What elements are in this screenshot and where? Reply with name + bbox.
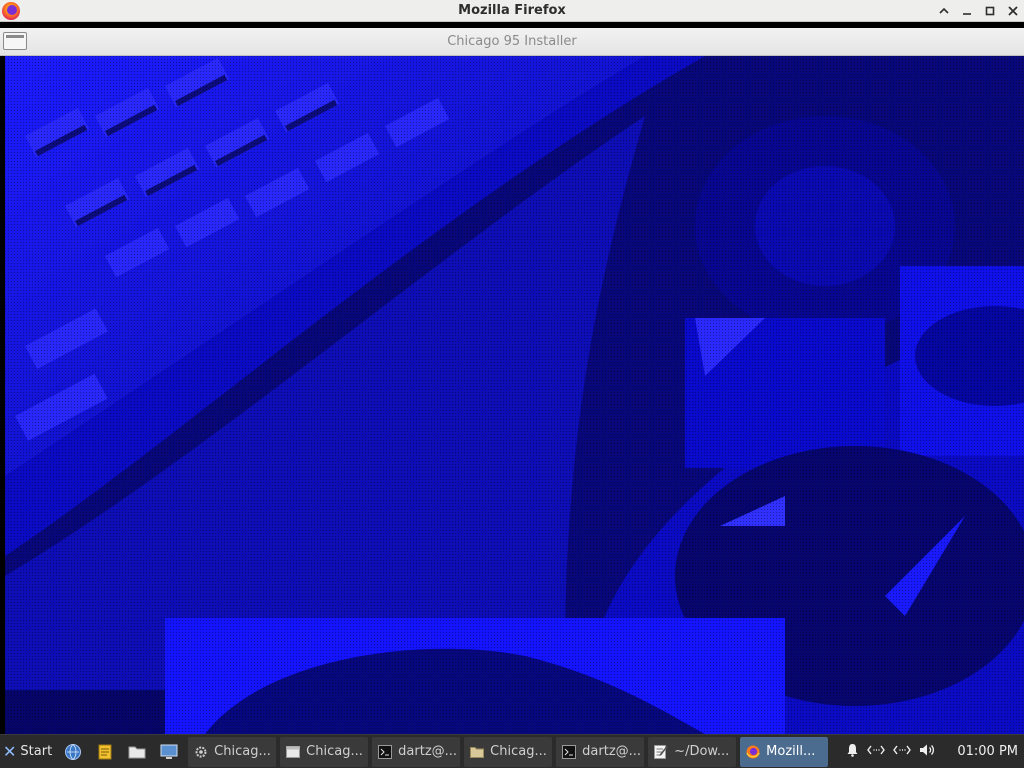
- task-label: Mozill...: [766, 744, 816, 759]
- clock[interactable]: 01:00 PM: [957, 744, 1018, 759]
- minimize-button[interactable]: [956, 1, 978, 21]
- folder-icon: [128, 746, 146, 758]
- maximize-up-button[interactable]: [933, 1, 955, 21]
- installer-artwork: [5, 56, 1024, 734]
- task-label: ~/Dow...: [674, 744, 730, 759]
- task-item[interactable]: Chicag...: [188, 736, 277, 767]
- file-manager-launcher[interactable]: [124, 739, 150, 765]
- terminal-icon: [378, 744, 393, 759]
- installer-title: Chicago 95 Installer: [447, 34, 577, 49]
- task-label: dartz@...: [582, 744, 642, 759]
- task-label: Chicag...: [306, 744, 363, 759]
- window-title: Mozilla Firefox: [458, 3, 566, 18]
- firefox-icon: [746, 745, 760, 759]
- chevron-up-icon: [939, 7, 949, 14]
- start-menu-icon: ✕: [3, 742, 17, 761]
- task-label: Chicag...: [214, 744, 271, 759]
- task-item[interactable]: ~/Dow...: [648, 736, 737, 767]
- close-button[interactable]: [1002, 1, 1024, 21]
- volume-icon[interactable]: [919, 743, 935, 760]
- quick-launch: [56, 735, 186, 768]
- start-label: Start: [20, 744, 53, 759]
- taskbar: ✕ Start Chicag... Chicag... dartz@... Ch…: [0, 734, 1024, 768]
- folder-icon: [470, 745, 485, 759]
- minimize-icon: [963, 13, 971, 15]
- network-icon[interactable]: [893, 744, 912, 759]
- maximize-icon: [985, 6, 995, 16]
- start-button[interactable]: ✕ Start: [0, 735, 56, 768]
- close-icon: [1008, 6, 1018, 16]
- web-browser-launcher[interactable]: [60, 739, 86, 765]
- maximize-button[interactable]: [979, 1, 1001, 21]
- window-icon: [286, 745, 301, 759]
- terminal-icon: [562, 744, 577, 759]
- notes-launcher[interactable]: [92, 739, 118, 765]
- installer-titlebar[interactable]: Chicago 95 Installer: [0, 28, 1024, 56]
- task-label: dartz@...: [398, 744, 458, 759]
- task-label: Chicag...: [490, 744, 547, 759]
- desktop-launcher[interactable]: [156, 739, 182, 765]
- task-item[interactable]: Chicag...: [464, 736, 553, 767]
- text-editor-icon: [654, 744, 668, 759]
- monitor-icon: [160, 744, 178, 759]
- notes-icon: [98, 744, 112, 759]
- firefox-titlebar[interactable]: Mozilla Firefox: [0, 0, 1024, 22]
- task-item[interactable]: dartz@...: [372, 736, 461, 767]
- task-item-active[interactable]: Mozill...: [740, 736, 829, 767]
- settings-icon: [194, 745, 208, 759]
- task-item[interactable]: Chicag...: [280, 736, 369, 767]
- installer-background: [5, 56, 1024, 734]
- globe-icon: [65, 743, 82, 760]
- system-tray: 01:00 PM: [846, 735, 1024, 768]
- network-icon[interactable]: [867, 744, 886, 759]
- task-item[interactable]: dartz@...: [556, 736, 645, 767]
- notification-bell-icon[interactable]: [846, 743, 859, 760]
